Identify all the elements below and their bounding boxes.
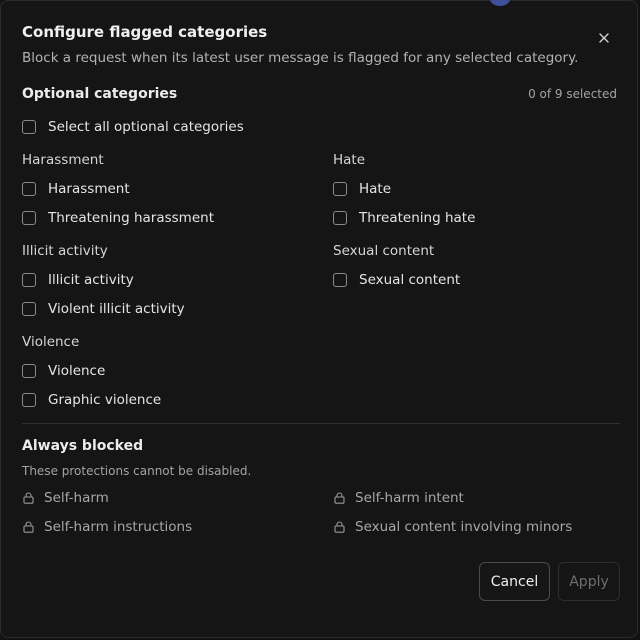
lock-icon <box>23 492 34 504</box>
group-label-sexual-content: Sexual content <box>333 243 435 259</box>
checkbox-label: Violence <box>48 363 106 379</box>
selected-count: 0 of 9 selected <box>528 87 617 101</box>
section-divider <box>22 423 620 424</box>
locked-item-label: Self-harm <box>44 490 109 506</box>
checkbox-box[interactable] <box>333 211 347 225</box>
checkbox-label: Threatening harassment <box>48 210 214 226</box>
checkbox-label: Sexual content <box>359 272 461 288</box>
dialog-title: Configure flagged categories <box>22 23 268 41</box>
select-all-label: Select all optional categories <box>48 119 244 135</box>
checkbox-box[interactable] <box>22 364 36 378</box>
configure-categories-dialog: Configure flagged categories Block a req… <box>0 0 638 638</box>
checkbox-hate[interactable]: Hate <box>333 181 391 197</box>
avatar-indicator <box>490 0 510 6</box>
checkbox-harassment[interactable]: Harassment <box>22 181 130 197</box>
dialog-subtitle: Block a request when its latest user mes… <box>22 50 579 66</box>
checkbox-label: Graphic violence <box>48 392 162 408</box>
checkbox-box[interactable] <box>22 182 36 196</box>
checkbox-box[interactable] <box>333 182 347 196</box>
close-button[interactable] <box>593 27 615 49</box>
checkbox-label: Threatening hate <box>359 210 476 226</box>
group-label-hate: Hate <box>333 152 366 168</box>
checkbox-threatening-harassment[interactable]: Threatening harassment <box>22 210 214 226</box>
checkbox-label: Illicit activity <box>48 272 134 288</box>
checkbox-violent-illicit-activity[interactable]: Violent illicit activity <box>22 301 185 317</box>
locked-item-label: Self-harm instructions <box>44 519 193 535</box>
group-label-harassment: Harassment <box>22 152 104 168</box>
checkbox-violence[interactable]: Violence <box>22 363 105 379</box>
lock-icon <box>334 492 345 504</box>
checkbox-sexual-content[interactable]: Sexual content <box>333 272 460 288</box>
locked-item-label: Self-harm intent <box>355 490 464 506</box>
checkbox-box[interactable] <box>333 273 347 287</box>
select-all-checkbox[interactable]: Select all optional categories <box>22 119 244 135</box>
checkbox-box[interactable] <box>22 393 36 407</box>
cancel-button[interactable]: Cancel <box>479 562 550 601</box>
checkbox-box[interactable] <box>22 120 36 134</box>
locked-item-self-harm: Self-harm <box>23 490 109 506</box>
checkbox-box[interactable] <box>22 302 36 316</box>
group-label-violence: Violence <box>22 334 80 350</box>
checkbox-graphic-violence[interactable]: Graphic violence <box>22 392 161 408</box>
always-blocked-title: Always blocked <box>22 438 144 454</box>
apply-button[interactable]: Apply <box>558 562 620 601</box>
lock-icon <box>334 521 345 533</box>
checkbox-label: Violent illicit activity <box>48 301 185 317</box>
group-label-illicit-activity: Illicit activity <box>22 243 108 259</box>
always-blocked-note: These protections cannot be disabled. <box>22 464 252 478</box>
locked-item-sexual-content-minors: Sexual content involving minors <box>334 519 572 535</box>
checkbox-label: Hate <box>359 181 392 197</box>
checkbox-illicit-activity[interactable]: Illicit activity <box>22 272 134 288</box>
checkbox-threatening-hate[interactable]: Threatening hate <box>333 210 475 226</box>
close-icon <box>599 33 609 43</box>
checkbox-label: Harassment <box>48 181 130 197</box>
checkbox-box[interactable] <box>22 211 36 225</box>
locked-item-label: Sexual content involving minors <box>355 519 573 535</box>
optional-categories-title: Optional categories <box>22 86 178 102</box>
locked-item-self-harm-intent: Self-harm intent <box>334 490 464 506</box>
locked-item-self-harm-instructions: Self-harm instructions <box>23 519 192 535</box>
checkbox-box[interactable] <box>22 273 36 287</box>
lock-icon <box>23 521 34 533</box>
